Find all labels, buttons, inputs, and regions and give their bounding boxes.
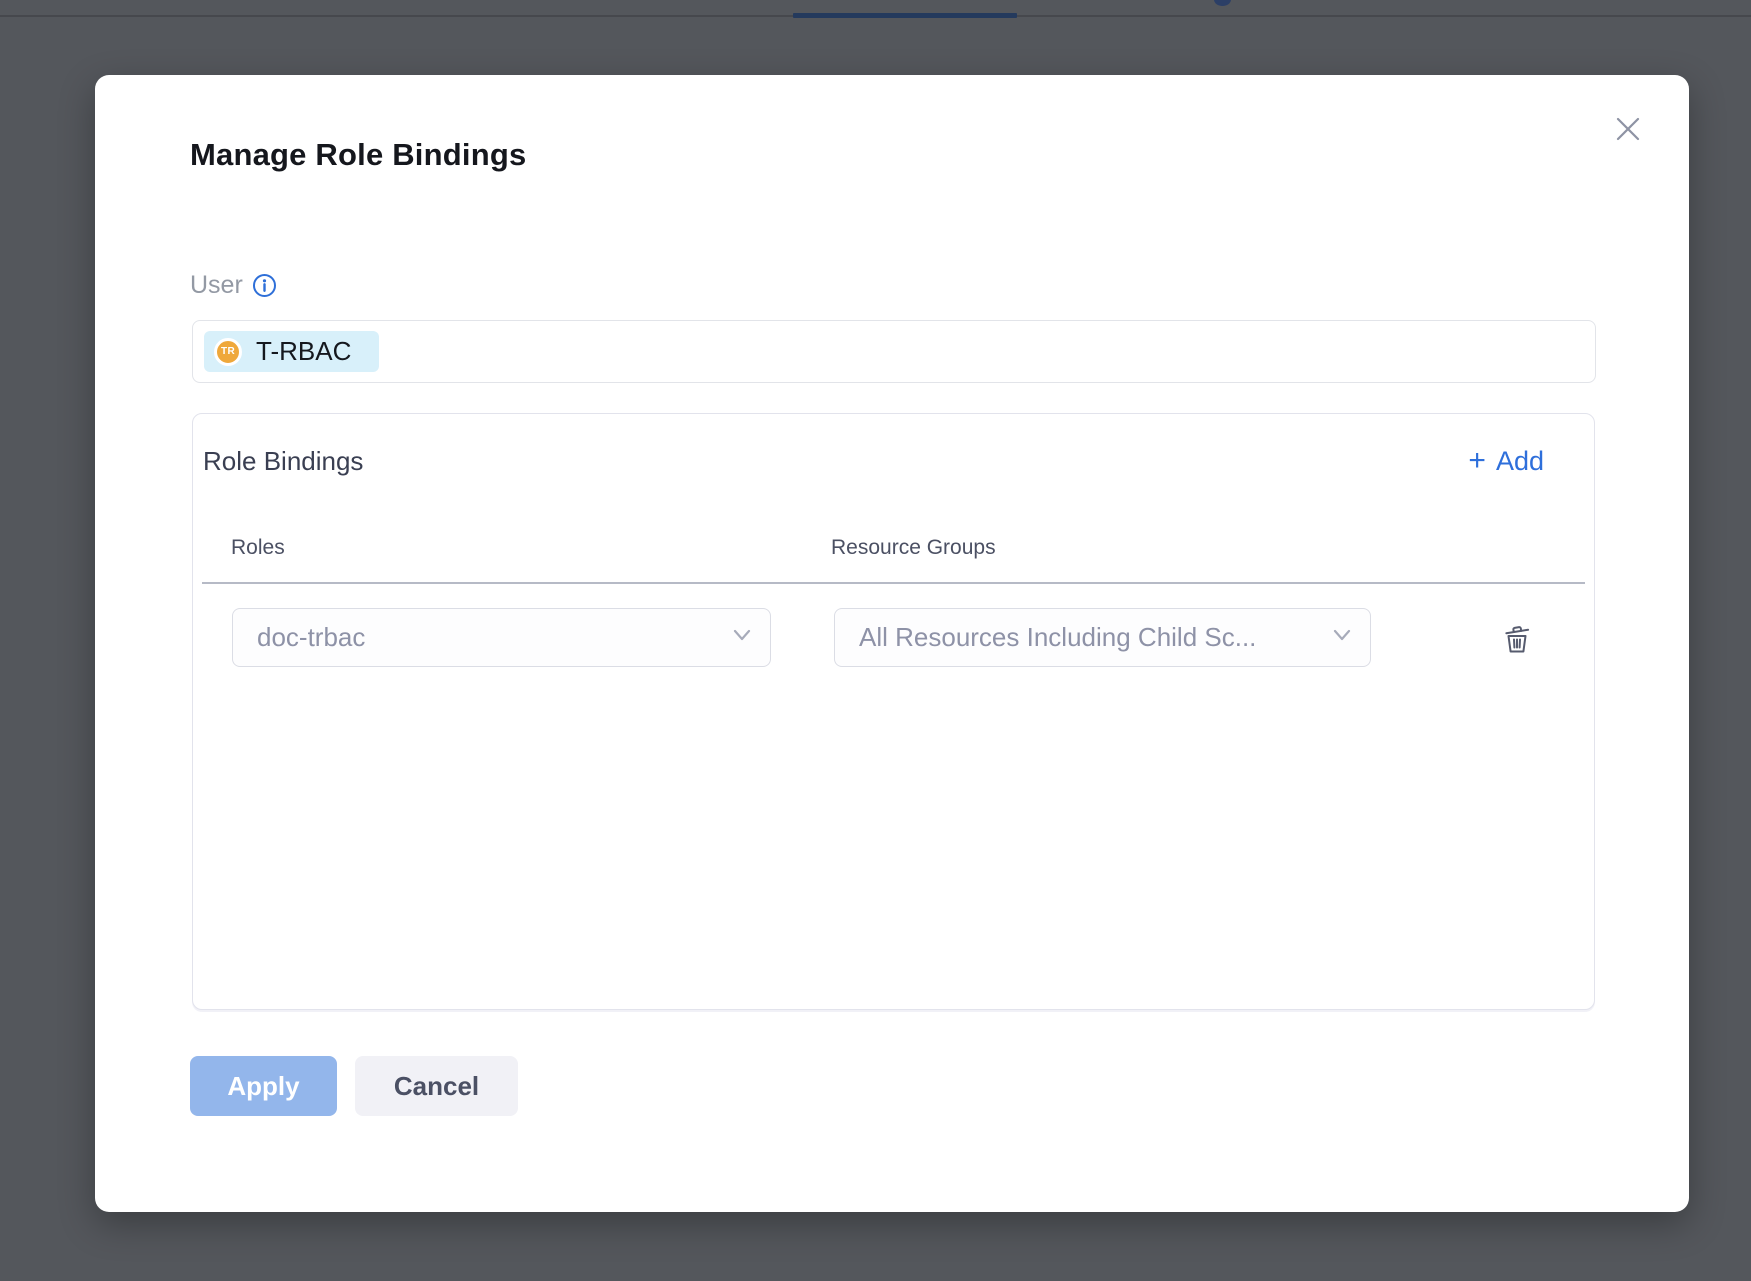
delete-binding-button[interactable] <box>1495 616 1539 660</box>
user-label: User <box>190 271 243 300</box>
role-bindings-title: Role Bindings <box>203 446 363 477</box>
user-chip[interactable]: TR T-RBAC <box>204 331 379 372</box>
plus-icon: + <box>1468 446 1486 476</box>
add-button-label: Add <box>1496 446 1544 477</box>
close-icon[interactable] <box>1607 108 1649 150</box>
user-chip-name: T-RBAC <box>256 336 351 367</box>
column-header-roles: Roles <box>231 536 285 560</box>
backdrop-icon-fragment <box>1214 0 1231 6</box>
trash-icon <box>1498 619 1536 657</box>
chevron-down-icon <box>732 628 752 647</box>
active-tab-underline <box>793 13 1017 18</box>
cancel-button[interactable]: Cancel <box>355 1056 518 1116</box>
user-avatar: TR <box>214 338 242 366</box>
column-header-resource-groups: Resource Groups <box>831 536 996 560</box>
user-label-row: User <box>190 271 277 300</box>
apply-button[interactable]: Apply <box>190 1056 337 1116</box>
resource-group-select[interactable]: All Resources Including Child Sc... <box>834 608 1371 667</box>
page-title: Manage Role Bindings <box>190 137 526 173</box>
table-header-divider <box>202 582 1585 584</box>
role-select[interactable]: doc-trbac <box>232 608 771 667</box>
user-field[interactable]: TR T-RBAC <box>192 320 1596 383</box>
role-bindings-header: Role Bindings + Add <box>193 446 1594 477</box>
chevron-down-icon <box>1332 628 1352 647</box>
modal-footer: Apply Cancel <box>190 1056 518 1116</box>
table-row: doc-trbac All Resources Including Child … <box>193 608 1594 668</box>
add-binding-button[interactable]: + Add <box>1468 446 1544 477</box>
role-select-value: doc-trbac <box>257 622 365 653</box>
role-bindings-panel: Role Bindings + Add Roles Resource Group… <box>192 413 1595 1010</box>
manage-role-bindings-modal: Manage Role Bindings User TR T-RBAC Role… <box>95 75 1689 1212</box>
info-icon[interactable] <box>252 273 277 298</box>
resource-group-select-value: All Resources Including Child Sc... <box>859 622 1256 653</box>
